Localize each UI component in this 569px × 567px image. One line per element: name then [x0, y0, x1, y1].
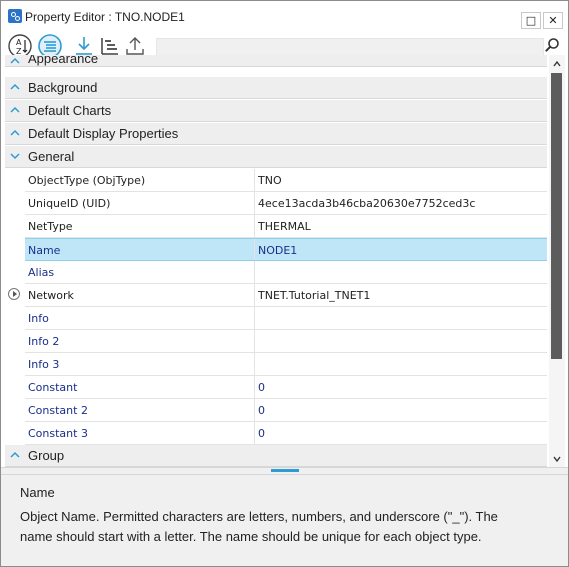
category-background[interactable]: Background [5, 77, 547, 99]
scroll-down-icon[interactable] [553, 455, 561, 463]
scrollbar-thumb[interactable] [551, 73, 562, 359]
property-value[interactable]: 0 [258, 427, 265, 440]
vertical-scrollbar[interactable] [549, 55, 565, 467]
scroll-up-icon[interactable] [553, 60, 561, 68]
property-value[interactable]: NODE1 [258, 244, 297, 257]
maximize-button[interactable]: □ [521, 12, 541, 29]
chevron-up-icon [10, 451, 20, 458]
property-row-info[interactable]: Info [25, 307, 547, 330]
category-label: Default Charts [28, 103, 112, 118]
property-name: Alias [28, 266, 55, 279]
property-name: Info 2 [28, 335, 60, 348]
property-row-constant-2[interactable]: Constant 2 0 [25, 399, 547, 422]
description-heading: Name [20, 485, 55, 500]
splitter-grip[interactable] [271, 469, 299, 472]
window-title: Property Editor : TNO.NODE1 [25, 10, 185, 24]
category-label: General [28, 149, 75, 164]
property-value: TNO [258, 174, 282, 187]
app-icon [8, 9, 22, 23]
property-row-nettype[interactable]: NetType THERMAL [25, 215, 547, 238]
property-name: ObjectType (ObjType) [28, 174, 146, 187]
pane-splitter[interactable] [1, 467, 568, 475]
category-label: Default Display Properties [28, 126, 179, 141]
property-value[interactable]: 0 [258, 404, 265, 417]
property-value: 4ece13acda3b46cba20630e7752ced3c [258, 197, 476, 210]
property-value: THERMAL [258, 220, 311, 233]
chevron-up-icon [10, 57, 20, 64]
svg-text:A: A [16, 38, 22, 47]
chevron-up-icon [10, 83, 20, 90]
property-row-info-3[interactable]: Info 3 [25, 353, 547, 376]
property-editor-window: Property Editor : TNO.NODE1 □ ✕ A Z Appe… [0, 0, 569, 567]
description-panel: Name Object Name. Permitted characters a… [1, 475, 568, 566]
property-row-uid[interactable]: UniqueID (UID) 4ece13acda3b46cba20630e77… [25, 192, 547, 215]
property-grid: Appearance Background Default Charts Def… [1, 55, 548, 467]
title-bar[interactable]: Property Editor : TNO.NODE1 □ ✕ [1, 1, 568, 31]
property-value: TNET.Tutorial_TNET1 [258, 289, 371, 302]
property-row-objtype[interactable]: ObjectType (ObjType) TNO [25, 169, 547, 192]
property-name: Name [28, 244, 61, 257]
property-name: Network [28, 289, 74, 302]
property-row-network[interactable]: Network TNET.Tutorial_TNET1 [25, 284, 547, 307]
property-name: NetType [28, 220, 73, 233]
category-general[interactable]: General [5, 146, 547, 168]
category-label: Background [28, 80, 98, 95]
property-name: UniqueID (UID) [28, 197, 111, 210]
description-text: Object Name. Permitted characters are le… [20, 509, 498, 544]
property-row-constant-3[interactable]: Constant 3 0 [25, 422, 547, 445]
property-name: Constant 2 [28, 404, 88, 417]
property-name: Info [28, 312, 49, 325]
property-name: Constant [28, 381, 78, 394]
close-button[interactable]: ✕ [543, 12, 563, 29]
property-row-alias[interactable]: Alias [25, 261, 547, 284]
category-default-charts[interactable]: Default Charts [5, 100, 547, 122]
category-appearance[interactable]: Appearance [5, 55, 547, 67]
property-name: Constant 3 [28, 427, 88, 440]
property-row-info-2[interactable]: Info 2 [25, 330, 547, 353]
category-group[interactable]: Group [5, 445, 547, 467]
search-icon[interactable] [544, 37, 560, 53]
chevron-down-icon [10, 153, 20, 160]
category-label: Group [28, 448, 65, 463]
chevron-up-icon [10, 129, 20, 136]
category-default-display-properties[interactable]: Default Display Properties [5, 123, 547, 145]
property-row-name[interactable]: Name NODE1 [25, 238, 547, 261]
property-value[interactable]: 0 [258, 381, 265, 394]
category-label: Appearance [28, 55, 99, 66]
expand-row-icon[interactable] [8, 288, 20, 300]
chevron-up-icon [10, 106, 20, 113]
property-row-constant[interactable]: Constant 0 [25, 376, 547, 399]
property-name: Info 3 [28, 358, 60, 371]
